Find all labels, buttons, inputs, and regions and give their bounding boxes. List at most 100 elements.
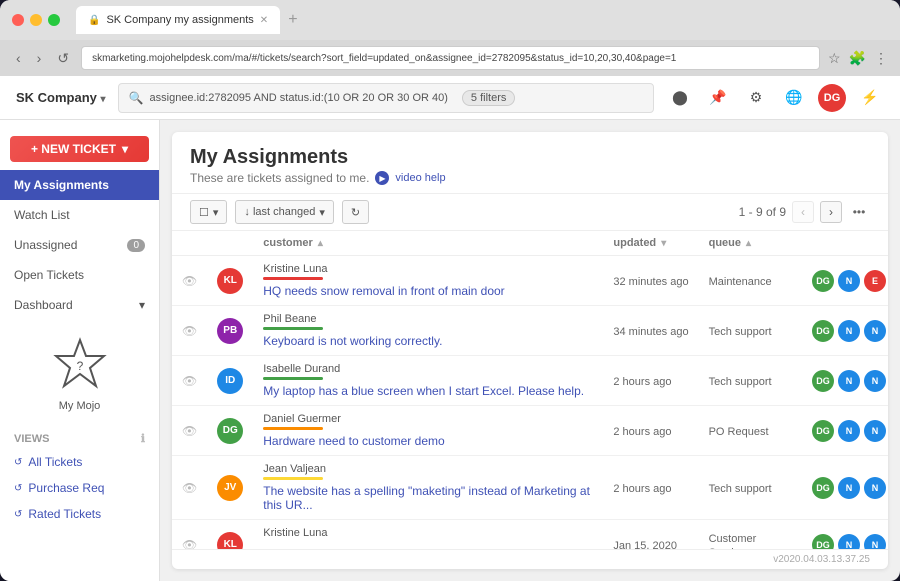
back-button[interactable]: ‹ xyxy=(12,48,25,68)
reload-button[interactable]: ↺ xyxy=(53,48,73,69)
sidebar-item-watch-list[interactable]: Watch List xyxy=(0,200,159,230)
updated-cell: Jan 15, 2020 xyxy=(603,520,698,550)
avatar-cell: PB xyxy=(207,306,253,356)
avatar-cell: KL xyxy=(207,520,253,550)
badge-cell-2: N xyxy=(862,406,888,456)
priority-bar xyxy=(263,377,323,380)
content-area: My Assignments These are tickets assigne… xyxy=(172,132,888,569)
global-search-bar[interactable]: 🔍 assignee.id:2782095 AND status.id:(10 … xyxy=(118,83,654,113)
subtitle-text: These are tickets assigned to me. xyxy=(190,171,369,185)
ticket-link[interactable]: Keyboard is not working correctly. xyxy=(263,334,593,348)
badge: N xyxy=(864,370,886,392)
badge-cell-0: DG xyxy=(810,406,836,456)
sidebar-item-label: Dashboard xyxy=(14,298,73,312)
extension-icon[interactable]: 🧩 xyxy=(849,50,866,67)
badge: E xyxy=(864,270,886,292)
queue-cell: Tech support xyxy=(699,456,810,520)
sort-label: ↓ last changed xyxy=(244,206,315,218)
page-subtitle: These are tickets assigned to me. ▶ vide… xyxy=(190,171,870,185)
avatar-cell: DG xyxy=(207,406,253,456)
user-circle-icon[interactable]: ⬤ xyxy=(666,84,694,112)
views-section: VIEWS ℹ ↺ All Tickets ↺ Purchase Req ↺ R… xyxy=(0,424,159,527)
badge: N xyxy=(838,477,860,499)
url-icons: ☆ 🧩 ⋮ xyxy=(828,50,888,67)
close-button[interactable] xyxy=(12,14,24,26)
refresh-button[interactable]: ↻ xyxy=(342,200,369,224)
table-row[interactable]: 👁JV Jean Valjean The website has a spell… xyxy=(172,456,888,520)
badge: N xyxy=(838,270,860,292)
views-info-icon: ℹ xyxy=(141,432,145,445)
sort-button[interactable]: ↓ last changed ▾ xyxy=(235,200,333,224)
mojo-star-icon: ? xyxy=(50,336,110,396)
sort-caret-icon: ▾ xyxy=(319,206,325,219)
tab-close-button[interactable]: ✕ xyxy=(260,15,268,26)
globe-icon[interactable]: 🌐 xyxy=(780,84,808,112)
filter-badge[interactable]: 5 filters xyxy=(462,90,515,106)
search-query-text: assignee.id:2782095 AND status.id:(10 OR… xyxy=(150,92,448,104)
col-updated[interactable]: updated ▾ xyxy=(603,231,698,256)
col-avatar xyxy=(207,231,253,256)
updated-text: 2 hours ago xyxy=(613,426,671,438)
url-field[interactable]: skmarketing.mojohelpdesk.com/ma/#/ticket… xyxy=(81,46,820,70)
table-row[interactable]: 👁KL Kristine Luna Partnership Inquiry. C… xyxy=(172,520,888,550)
col-queue[interactable]: queue ▴ xyxy=(699,231,810,256)
badge-cell-0: DG xyxy=(810,520,836,550)
customer-name: Phil Beane xyxy=(263,313,593,325)
more-options-button[interactable]: ••• xyxy=(848,201,870,223)
badge: N xyxy=(838,320,860,342)
badge-cell-0: DG xyxy=(810,256,836,306)
avatar: KL xyxy=(217,532,243,550)
table-row[interactable]: 👁 PB Phil Beane Keyboard is not working c… xyxy=(172,306,888,356)
sort-arrow-icon: ▾ xyxy=(661,238,666,249)
ticket-link[interactable]: Hardware need to customer demo xyxy=(263,434,593,448)
sidebar-item-open-tickets[interactable]: Open Tickets xyxy=(0,260,159,290)
table-row[interactable]: 👁DG Daniel Guermer Hardware need to cust… xyxy=(172,406,888,456)
sidebar-item-dashboard[interactable]: Dashboard ▾ xyxy=(0,290,159,320)
video-help-link[interactable]: video help xyxy=(395,172,445,184)
eye-icon: 👁 xyxy=(182,324,197,338)
view-label: Purchase Req xyxy=(28,481,104,495)
prev-page-button[interactable]: ‹ xyxy=(792,201,814,223)
eye-cell: 👁 xyxy=(172,256,207,306)
sidebar-item-unassigned[interactable]: Unassigned 0 xyxy=(0,230,159,260)
sidebar-item-label: Watch List xyxy=(14,208,70,222)
avatar: DG xyxy=(217,418,243,444)
notification-icon[interactable]: 📌 xyxy=(704,84,732,112)
ticket-link[interactable]: My laptop has a blue screen when I start… xyxy=(263,384,593,398)
views-label: VIEWS xyxy=(14,433,49,445)
user-avatar[interactable]: DG xyxy=(818,84,846,112)
col-b1 xyxy=(810,231,836,256)
view-item-all-tickets[interactable]: ↺ All Tickets xyxy=(0,449,159,475)
apps-icon[interactable]: ⚡ xyxy=(856,84,884,112)
brand-logo[interactable]: SK Company ▾ xyxy=(16,90,106,105)
col-customer[interactable]: customer ▴ xyxy=(253,231,603,256)
ticket-link[interactable]: The website has a spelling "maketing" in… xyxy=(263,484,593,512)
sidebar-item-label: My Assignments xyxy=(14,178,109,192)
table-row[interactable]: 👁ID Isabelle Durand My laptop has a blue… xyxy=(172,356,888,406)
forward-button[interactable]: › xyxy=(33,48,46,68)
customer-name: Daniel Guermer xyxy=(263,413,593,425)
active-tab[interactable]: 🔒 SK Company my assignments ✕ xyxy=(76,6,280,34)
next-page-button[interactable]: › xyxy=(820,201,842,223)
mojo-label: My Mojo xyxy=(59,400,101,412)
view-item-purchase-req[interactable]: ↺ Purchase Req xyxy=(0,475,159,501)
new-tab-button[interactable]: + xyxy=(288,11,297,29)
views-header: VIEWS ℹ xyxy=(0,424,159,449)
view-item-rated-tickets[interactable]: ↺ Rated Tickets xyxy=(0,501,159,527)
select-checkbox-button[interactable]: ☐ ▾ xyxy=(190,200,227,224)
ticket-cell: Daniel Guermer Hardware need to customer… xyxy=(253,406,603,456)
new-ticket-button[interactable]: + NEW TICKET ▾ xyxy=(10,136,149,162)
menu-icon[interactable]: ⋮ xyxy=(874,50,888,67)
bookmark-icon[interactable]: ☆ xyxy=(828,50,841,67)
settings-icon[interactable]: ⚙ xyxy=(742,84,770,112)
ticket-link[interactable]: HQ needs snow removal in front of main d… xyxy=(263,284,593,298)
minimize-button[interactable] xyxy=(30,14,42,26)
sidebar-item-my-assignments[interactable]: My Assignments xyxy=(0,170,159,200)
table-row[interactable]: 👁KL Kristine Luna HQ needs snow removal … xyxy=(172,256,888,306)
maximize-button[interactable] xyxy=(48,14,60,26)
refresh-icon: ↻ xyxy=(351,206,360,219)
badge: N xyxy=(864,477,886,499)
col-b2 xyxy=(836,231,862,256)
sidebar-item-label: Unassigned xyxy=(14,238,77,252)
avatar-cell: JV xyxy=(207,456,253,520)
